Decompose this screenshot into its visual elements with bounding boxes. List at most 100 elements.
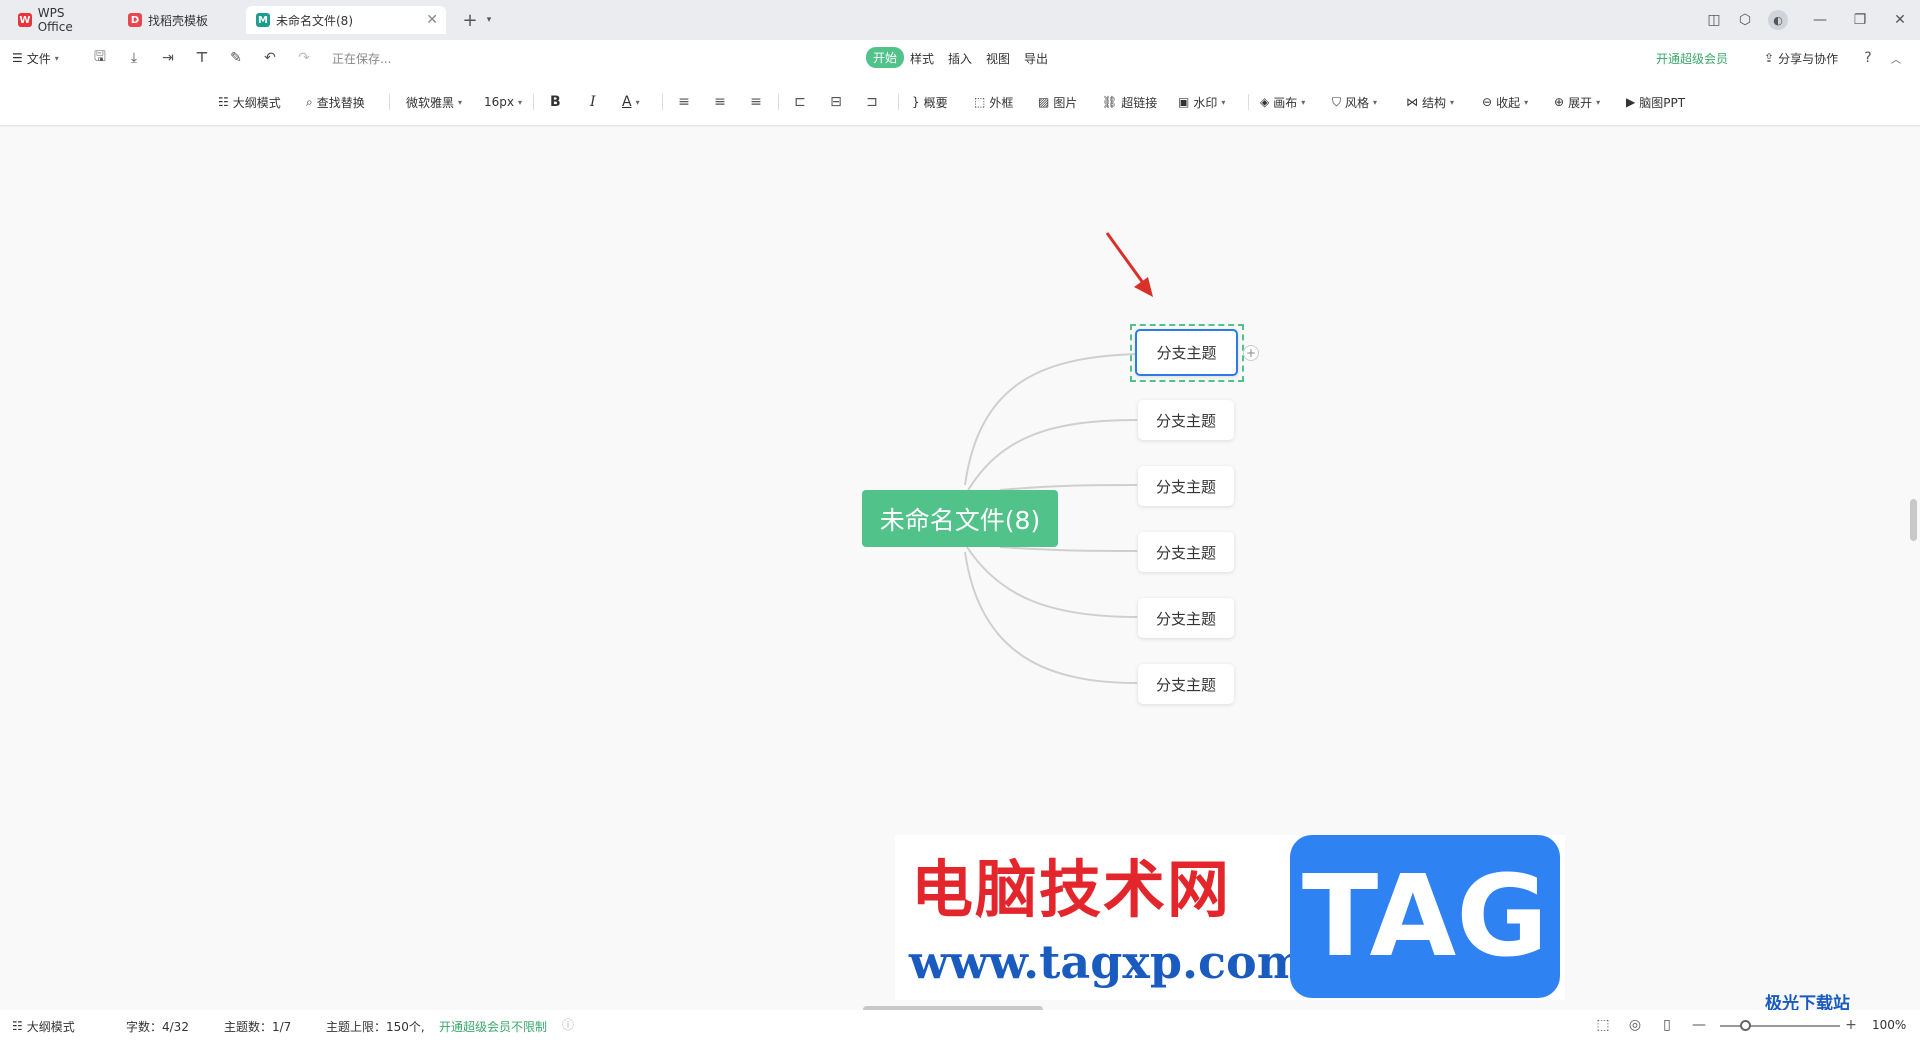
outline-icon: ☷ [218,95,229,109]
collapse-label: 收起 [1496,95,1521,110]
close-window-icon[interactable]: ✕ [1890,10,1910,30]
tab-style[interactable]: 样式 [910,50,934,67]
insert-child-icon[interactable]: ⊏ [790,92,810,112]
chevron-down-icon: ▾ [54,53,59,63]
outline-mode-toggle[interactable]: ☷ 大纲模式 [12,1016,75,1036]
zoom-slider-handle[interactable] [1740,1020,1751,1031]
export-icon[interactable]: ⇥ [158,48,178,68]
ppt-label: 脑图PPT [1639,95,1686,110]
connector-line-6 [964,551,1138,684]
locate-icon[interactable]: ◎ [1626,1016,1644,1034]
tab-insert[interactable]: 插入 [948,50,972,67]
undo-icon[interactable]: ↶ [260,48,280,68]
style-button[interactable]: ⛉ 风格 ▾ [1332,92,1377,112]
layout-icon[interactable]: ◫ [1704,10,1724,30]
add-topic-icon[interactable]: + [1243,345,1259,361]
font-color-button[interactable]: A ▾ [622,92,640,112]
font-value: 微软雅黑 [406,95,455,110]
connector-line-1 [964,353,1138,486]
redo-icon[interactable]: ↷ [294,48,314,68]
outline-mode-button[interactable]: ☷ 大纲模式 [218,92,281,112]
map-icon[interactable]: ▯ [1658,1016,1676,1034]
tab-start[interactable]: 开始 [866,47,905,68]
insert-sibling-icon[interactable]: ⊟ [826,92,846,112]
save-icon[interactable]: 🖫 [90,48,110,68]
font-size-select[interactable]: 16px ▾ [484,92,522,112]
bold-button[interactable]: B [550,92,561,112]
download-icon[interactable]: ⤓ [124,48,144,68]
branch-topic[interactable]: 分支主题 [1138,598,1234,638]
cube-icon[interactable]: ⬡ [1735,10,1755,30]
image-button[interactable]: ▨ 图片 [1038,92,1077,112]
format-painter-icon[interactable]: ⊤ [192,48,212,68]
canvas-button[interactable]: ◈ 画布 ▾ [1260,92,1305,112]
frame-button[interactable]: ⬚ 外框 [974,92,1013,112]
tab-list-chevron-icon[interactable]: ▾ [482,8,496,32]
tab-export[interactable]: 导出 [1024,50,1048,67]
share-button[interactable]: ⇪ 分享与协作 [1764,48,1838,68]
help-icon[interactable]: ? [1858,48,1878,68]
italic-button[interactable]: I [590,92,596,112]
watermark-button[interactable]: ▣ 水印 ▾ [1178,92,1225,112]
summary-button[interactable]: } 概要 [912,92,948,112]
collapse-ribbon-icon[interactable]: ︿ [1886,48,1906,68]
pen-icon[interactable]: ✎ [226,48,246,68]
minimize-icon[interactable]: — [1810,10,1830,30]
tab-mindmap-file[interactable]: M 未命名文件(8) ✕ [246,6,446,34]
hyperlink-button[interactable]: ⛓ 超链接 [1102,92,1157,112]
branch-topic[interactable]: 分支主题 [1138,664,1234,704]
branch-topic[interactable]: 分支主题 [1138,400,1234,440]
annotation-arrow-head [1134,277,1153,297]
chevron-down-icon: ▾ [635,97,640,107]
zoom-level: 100% [1872,1018,1907,1032]
file-menu-label: 文件 [26,51,51,66]
vip-unlimited-link[interactable]: 开通超级会员不限制 [439,1018,547,1035]
font-family-select[interactable]: 微软雅黑 ▾ [406,92,462,112]
align-left-icon[interactable]: ≡ [674,92,694,112]
file-menu[interactable]: ☰ 文件 ▾ [12,48,59,68]
close-tab-icon[interactable]: ✕ [426,12,438,28]
outline-icon: ☷ [12,1019,23,1033]
branch-topic[interactable]: 分支主题 [1138,532,1234,572]
structure-icon: ⋈ [1406,95,1418,109]
align-right-icon[interactable]: ≡ [746,92,766,112]
tab-wps-office[interactable]: W WPS Office [8,6,112,34]
collapse-button[interactable]: ⊖ 收起 ▾ [1482,92,1528,112]
chevron-down-icon: ▾ [458,97,463,107]
select-icon[interactable]: ⬚ [1594,1016,1612,1034]
zoom-out-icon[interactable]: — [1690,1016,1708,1034]
branch-topic[interactable]: 分支主题 [1138,466,1234,506]
insert-parent-icon[interactable]: ⊐ [862,92,882,112]
zoom-slider[interactable] [1720,1025,1840,1027]
question-icon[interactable]: ⓘ [562,1016,574,1033]
link-icon: ⛓ [1102,95,1118,109]
vip-link[interactable]: 开通超级会员 [1656,50,1728,67]
find-replace-button[interactable]: ⌕ 查找替换 [306,92,365,112]
tab-view[interactable]: 视图 [986,50,1010,67]
vertical-scrollbar[interactable] [1910,499,1917,541]
mindmap-canvas[interactable]: 未命名文件(8) 分支主题 + 分支主题 分支主题 分支主题 分支主题 分支主题… [0,127,1920,1014]
align-center-icon[interactable]: ≡ [710,92,730,112]
canvas-label: 画布 [1273,95,1298,110]
style-label: 风格 [1345,95,1370,110]
search-icon: ⌕ [306,94,313,109]
root-topic[interactable]: 未命名文件(8) [862,490,1058,547]
zoom-in-icon[interactable]: + [1842,1016,1860,1034]
connector-line-5 [966,546,1138,618]
divider [1248,94,1249,110]
expand-button[interactable]: ⊕ 展开 ▾ [1554,92,1600,112]
presentation-icon: ▶ [1626,95,1636,109]
divider [662,94,663,110]
mindmap-ppt-button[interactable]: ▶ 脑图PPT [1626,92,1685,112]
find-label: 查找替换 [316,95,365,110]
tab-docer[interactable]: D 找稻壳模板 [118,6,238,34]
branch-topic-selected[interactable]: 分支主题 [1135,329,1238,376]
structure-button[interactable]: ⋈ 结构 ▾ [1406,92,1454,112]
save-status: 正在保存... [332,52,392,66]
divider [898,94,899,110]
image-icon: ▨ [1038,95,1050,109]
new-tab-icon[interactable]: + [458,8,482,32]
restore-icon[interactable]: ❐ [1850,10,1870,30]
avatar[interactable]: ◐ [1768,10,1788,30]
divider [389,94,390,110]
